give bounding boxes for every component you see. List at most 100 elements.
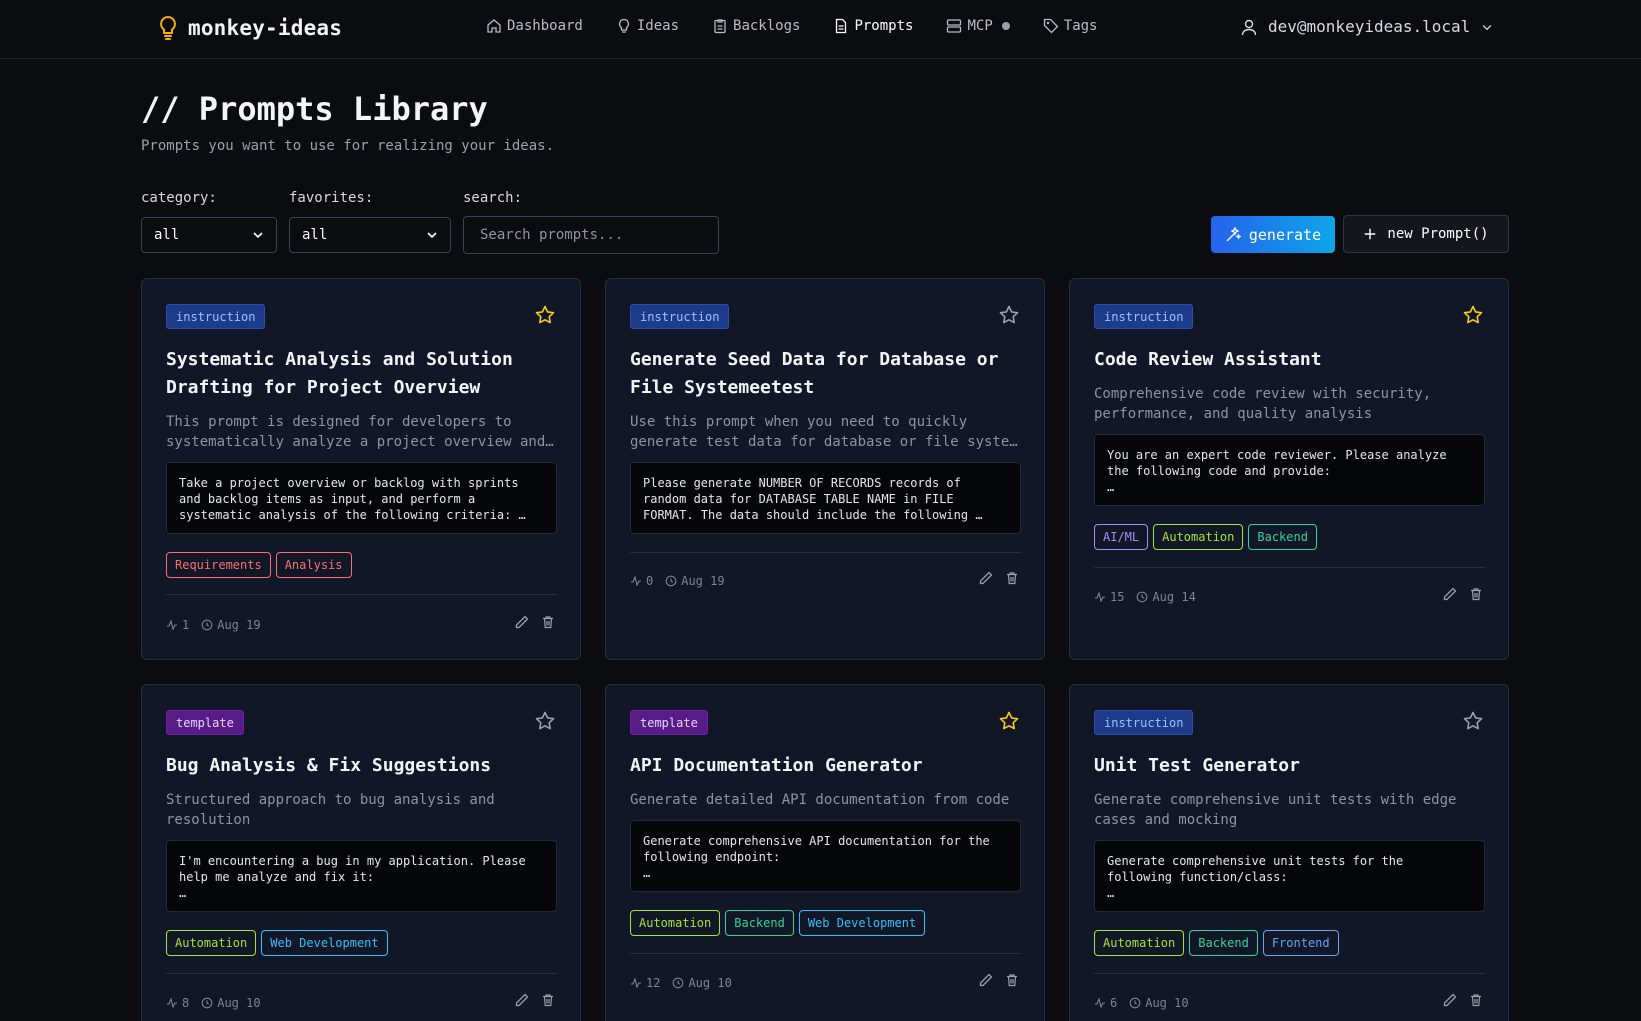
use-count: 1 bbox=[182, 618, 190, 632]
prompt-preview: Please generate NUMBER OF RECORDS record… bbox=[630, 462, 1021, 534]
use-count: 8 bbox=[182, 996, 190, 1010]
prompt-card[interactable]: instruction Unit Test Generator Generate c… bbox=[1069, 684, 1509, 1021]
tag-chip[interactable]: Backend bbox=[725, 910, 794, 936]
nav-prompts[interactable]: Prompts bbox=[833, 18, 913, 34]
generate-label: generate bbox=[1248, 225, 1322, 244]
card-title[interactable]: Systematic Analysis and Solution Draftin… bbox=[166, 346, 561, 402]
favorites-select[interactable]: all bbox=[289, 217, 451, 253]
user-icon bbox=[1241, 19, 1257, 35]
star-icon[interactable] bbox=[1462, 304, 1484, 326]
type-badge: instruction bbox=[1094, 304, 1194, 329]
category-label: category: bbox=[141, 190, 217, 206]
trash-icon[interactable] bbox=[1468, 992, 1484, 1008]
card-meta: 1 Aug 19 bbox=[166, 618, 261, 632]
type-badge: instruction bbox=[630, 304, 730, 329]
trash-icon[interactable] bbox=[540, 992, 556, 1008]
tag-list: Automation Backend Frontend bbox=[1094, 930, 1339, 956]
tag-chip[interactable]: Automation bbox=[630, 910, 721, 936]
card-actions bbox=[1442, 992, 1484, 1008]
tag-icon bbox=[1043, 18, 1059, 34]
updated-date: Aug 10 bbox=[217, 996, 261, 1010]
card-description: Generate detailed API documentation from… bbox=[630, 792, 1010, 808]
card-meta: 6 Aug 10 bbox=[1094, 996, 1189, 1010]
tag-chip[interactable]: Frontend bbox=[1262, 930, 1339, 956]
status-dot bbox=[1001, 22, 1010, 30]
card-description: This prompt is designed for developers t… bbox=[166, 414, 554, 450]
card-divider bbox=[166, 594, 557, 595]
tag-chip[interactable]: Web Development bbox=[261, 930, 388, 956]
trash-icon[interactable] bbox=[1004, 570, 1020, 586]
edit-icon[interactable] bbox=[978, 570, 994, 586]
card-meta: 15 Aug 14 bbox=[1094, 590, 1196, 604]
star-icon[interactable] bbox=[998, 710, 1020, 732]
star-icon[interactable] bbox=[534, 304, 556, 326]
user-menu[interactable]: dev@monkeyideas.local bbox=[1240, 17, 1494, 36]
tag-chip[interactable]: Automation bbox=[166, 930, 257, 956]
trash-icon[interactable] bbox=[540, 614, 556, 630]
tag-chip[interactable]: Automation bbox=[1153, 524, 1244, 550]
brand[interactable]: monkey-ideas bbox=[158, 15, 342, 41]
nav-prompts-label: Prompts bbox=[854, 18, 914, 34]
prompt-card[interactable]: template Bug Analysis & Fix Suggestions St… bbox=[141, 684, 581, 1021]
edit-icon[interactable] bbox=[1442, 992, 1458, 1008]
nav-mcp[interactable]: MCP bbox=[946, 18, 1010, 34]
star-icon[interactable] bbox=[534, 710, 556, 732]
category-value: all bbox=[154, 227, 180, 243]
card-actions bbox=[514, 614, 556, 630]
search-input[interactable]: Search prompts... bbox=[463, 216, 719, 254]
tag-chip[interactable]: Analysis bbox=[275, 552, 352, 578]
card-title[interactable]: Generate Seed Data for Database or File … bbox=[630, 346, 1025, 402]
card-title[interactable]: Code Review Assistant bbox=[1094, 346, 1489, 374]
tag-chip[interactable]: Backend bbox=[1248, 524, 1317, 550]
tag-chip[interactable]: Automation bbox=[1094, 930, 1185, 956]
generate-button[interactable]: generate bbox=[1211, 216, 1335, 253]
card-divider bbox=[166, 973, 557, 974]
tag-list: Automation Backend Web Development bbox=[630, 910, 926, 936]
category-select[interactable]: all bbox=[141, 217, 277, 253]
nav-backlogs[interactable]: Backlogs bbox=[712, 18, 800, 34]
trash-icon[interactable] bbox=[1004, 972, 1020, 988]
lightbulb-icon bbox=[618, 18, 629, 33]
tag-chip[interactable]: Requirements bbox=[166, 552, 271, 578]
prompt-card[interactable]: template API Documentation Generator Gener… bbox=[605, 684, 1045, 1021]
card-meta: 0 Aug 19 bbox=[630, 574, 725, 588]
tag-chip[interactable]: Backend bbox=[1189, 930, 1258, 956]
chevron-down-icon bbox=[1482, 24, 1492, 30]
card-title[interactable]: Unit Test Generator bbox=[1094, 752, 1489, 780]
type-badge: instruction bbox=[1094, 710, 1194, 735]
edit-icon[interactable] bbox=[514, 614, 530, 630]
nav-ideas[interactable]: Ideas bbox=[616, 18, 679, 34]
card-meta: 8 Aug 10 bbox=[166, 996, 261, 1010]
new-prompt-button[interactable]: new Prompt() bbox=[1343, 215, 1509, 253]
updated-date: Aug 14 bbox=[1152, 590, 1196, 604]
activity-icon bbox=[167, 619, 177, 631]
prompt-card[interactable]: instruction Systematic Analysis and Solut… bbox=[141, 278, 581, 660]
trash-icon[interactable] bbox=[1468, 586, 1484, 602]
nav-dashboard[interactable]: Dashboard bbox=[486, 18, 583, 34]
nav-tags[interactable]: Tags bbox=[1043, 18, 1097, 34]
tag-chip[interactable]: AI/ML bbox=[1094, 524, 1149, 550]
prompt-preview: I'm encountering a bug in my application… bbox=[166, 840, 557, 912]
use-count: 12 bbox=[646, 976, 661, 990]
nav-mcp-label: MCP bbox=[967, 18, 993, 34]
tag-chip[interactable]: Web Development bbox=[798, 910, 926, 936]
card-title[interactable]: Bug Analysis & Fix Suggestions bbox=[166, 752, 561, 780]
plus-icon bbox=[1365, 228, 1376, 240]
chevron-down-icon bbox=[427, 232, 437, 239]
prompt-card[interactable]: instruction Code Review Assistant Comprehe… bbox=[1069, 278, 1509, 660]
type-badge: template bbox=[166, 710, 244, 735]
search-label: search: bbox=[463, 190, 523, 206]
nav-ideas-label: Ideas bbox=[636, 18, 680, 34]
star-icon[interactable] bbox=[1462, 710, 1484, 732]
star-icon[interactable] bbox=[998, 304, 1020, 326]
clock-icon bbox=[1137, 591, 1148, 603]
page-title: // Prompts Library bbox=[141, 90, 488, 128]
edit-icon[interactable] bbox=[1442, 586, 1458, 602]
edit-icon[interactable] bbox=[978, 972, 994, 988]
card-actions bbox=[1442, 586, 1484, 602]
prompt-card[interactable]: instruction Generate Seed Data for Databa… bbox=[605, 278, 1045, 660]
clipboard-icon bbox=[714, 19, 726, 34]
server-icon bbox=[947, 19, 962, 33]
card-title[interactable]: API Documentation Generator bbox=[630, 752, 1025, 780]
edit-icon[interactable] bbox=[514, 992, 530, 1008]
